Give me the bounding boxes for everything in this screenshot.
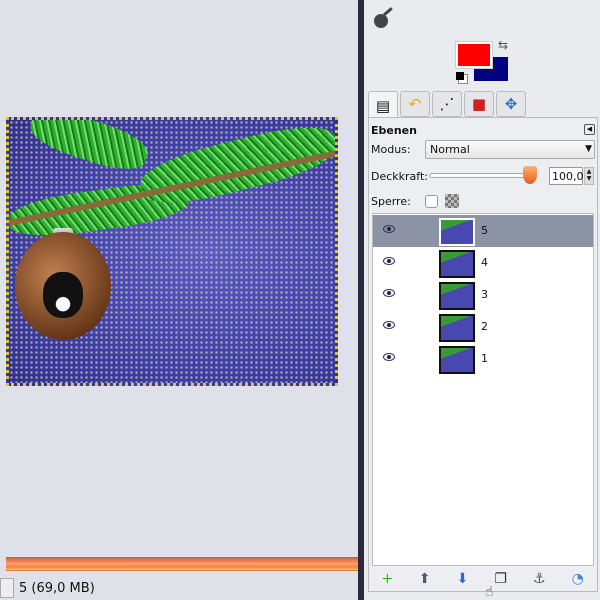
lock-label: Sperre: [371, 195, 411, 208]
layer-actions: 🞣 ⬆ ⬇ ❐ ⚓ ◔ [369, 568, 597, 590]
progress-bar [6, 557, 358, 571]
mode-value: Normal [430, 143, 470, 156]
tab-paths[interactable]: ⋰ [432, 91, 462, 117]
brush-tool-icon[interactable] [374, 14, 388, 28]
tab-layers[interactable]: ▤ [368, 91, 398, 119]
dock-panel: ⇆ ▤ ↶ ⋰ ■ ✥ Ebenen ◀ Modus: Normal ▼ Deck… [364, 0, 600, 600]
image-canvas[interactable] [6, 117, 338, 386]
status-text: 5 (69,0 MB) [19, 581, 95, 596]
reset-colors-icon[interactable] [456, 72, 464, 80]
layer-name: 4 [481, 256, 488, 269]
layer-row[interactable]: 2 [373, 311, 593, 343]
eye-icon[interactable] [383, 321, 395, 329]
ornament [15, 232, 111, 340]
eye-icon[interactable] [383, 225, 395, 233]
eye-icon[interactable] [383, 257, 395, 265]
layer-thumbnail [439, 314, 475, 342]
tab-channels[interactable]: ■ [464, 91, 494, 117]
anchor-icon[interactable]: ⚓ [533, 571, 546, 587]
new-layer-icon[interactable]: 🞣 [382, 571, 393, 587]
layer-row[interactable]: 1 [373, 343, 593, 375]
chevron-down-icon: ▼ [585, 144, 592, 154]
foreground-color-swatch[interactable] [455, 41, 493, 69]
delete-layer-icon[interactable]: ◔ [572, 571, 584, 587]
swap-colors-icon[interactable]: ⇆ [498, 38, 508, 52]
opacity-slider[interactable] [429, 173, 529, 178]
layer-thumbnail [439, 282, 475, 310]
lock-pixels-toggle[interactable] [425, 195, 438, 208]
lock-alpha-toggle[interactable] [445, 194, 459, 208]
layer-name: 2 [481, 320, 488, 333]
paths-icon: ⋰ [439, 95, 455, 113]
cat-image [43, 272, 83, 318]
tab-undo[interactable]: ↶ [400, 91, 430, 117]
opacity-input[interactable]: 100,0 [549, 167, 584, 185]
undo-icon: ↶ [408, 95, 422, 113]
raise-layer-icon[interactable]: ⬆ [419, 571, 431, 587]
channels-icon: ■ [471, 95, 487, 113]
layer-row[interactable]: 5 [373, 215, 593, 247]
layer-name: 3 [481, 288, 488, 301]
tab-move[interactable]: ✥ [496, 91, 526, 117]
layer-thumbnail [439, 218, 475, 246]
layer-row[interactable]: 3 [373, 279, 593, 311]
layers-icon: ▤ [375, 96, 391, 115]
move-icon: ✥ [504, 95, 518, 113]
lower-layer-icon[interactable]: ⬇ [457, 571, 469, 587]
menu-button[interactable] [0, 578, 14, 598]
duplicate-layer-icon[interactable]: ❐ [494, 571, 507, 587]
layer-name: 5 [481, 224, 488, 237]
mode-select[interactable]: Normal ▼ [425, 140, 595, 159]
dock-menu-button[interactable]: ◀ [584, 124, 595, 135]
image-window: 5 (69,0 MB) [0, 0, 358, 600]
eye-icon[interactable] [383, 289, 395, 297]
layers-dock: Ebenen ◀ Modus: Normal ▼ Deckkraft: 100,0… [368, 117, 598, 600]
status-bar: 5 (69,0 MB) [0, 576, 358, 600]
mode-label: Modus: [371, 143, 411, 156]
layer-row[interactable]: 4 [373, 247, 593, 279]
layer-thumbnail [439, 250, 475, 278]
layer-name: 1 [481, 352, 488, 365]
opacity-slider-handle[interactable] [523, 166, 537, 184]
opacity-spinner[interactable]: ▲ ▼ [584, 167, 594, 185]
layer-list[interactable]: 5 4 3 2 1 ☝ [372, 213, 594, 600]
layer-thumbnail [439, 346, 475, 374]
dock-title: Ebenen [371, 124, 417, 137]
eye-icon[interactable] [383, 353, 395, 361]
opacity-label: Deckkraft: [371, 170, 428, 183]
